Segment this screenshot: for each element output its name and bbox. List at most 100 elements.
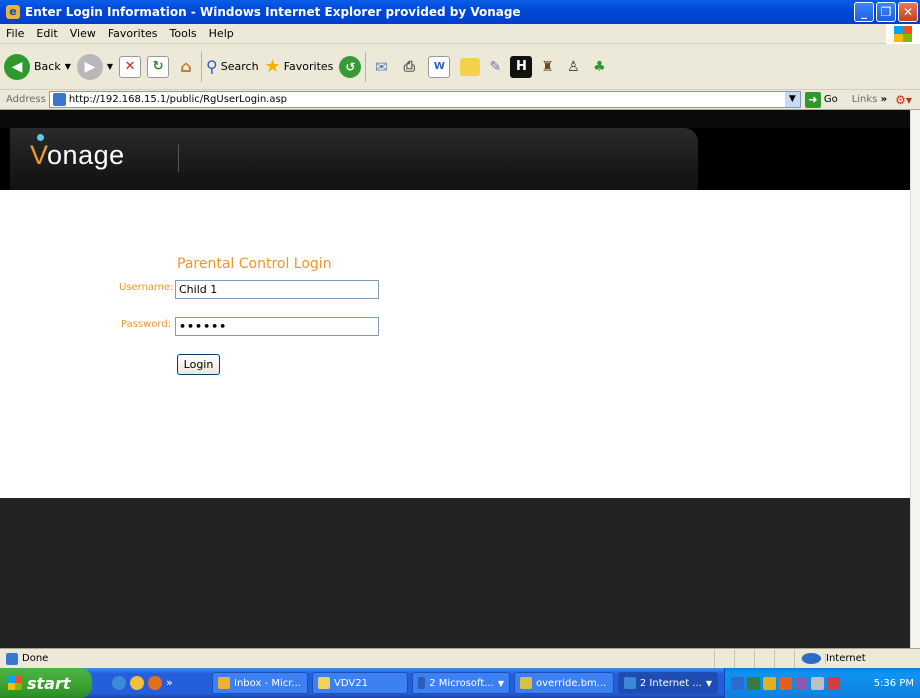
group-dropdown-icon: ▼ bbox=[705, 678, 712, 688]
history-icon[interactable]: ↺ bbox=[339, 55, 362, 78]
task-label: 2 Internet ... bbox=[639, 677, 702, 689]
tray-network-icon[interactable] bbox=[731, 676, 744, 690]
menu-edit[interactable]: Edit bbox=[30, 27, 63, 40]
tray-security-icon[interactable] bbox=[779, 676, 792, 690]
windows-logo-icon bbox=[886, 24, 920, 44]
mail-icon[interactable]: ✉ bbox=[370, 56, 392, 78]
star-icon: ★ bbox=[264, 56, 281, 77]
quicklaunch-outlook-icon[interactable] bbox=[130, 676, 144, 690]
password-label: Password: bbox=[121, 319, 172, 330]
task-override[interactable]: override.bm... bbox=[514, 672, 614, 694]
back-label: Back bbox=[34, 60, 61, 73]
zone-label: Internet bbox=[825, 653, 866, 664]
minimize-button[interactable]: _ bbox=[854, 2, 874, 22]
home-icon[interactable]: ⌂ bbox=[175, 56, 197, 78]
logo-initial: V bbox=[30, 140, 48, 170]
username-label: Username: bbox=[119, 282, 174, 293]
people-icon[interactable]: ♙ bbox=[562, 56, 584, 78]
vonage-logo: Vonage bbox=[30, 134, 125, 171]
chevron-icon: » bbox=[880, 94, 888, 105]
login-button[interactable]: Login bbox=[177, 354, 220, 375]
header-strip bbox=[0, 110, 910, 128]
tray-app-icon[interactable] bbox=[827, 676, 840, 690]
page-content: Vonage Parental Control Login Username: … bbox=[0, 110, 910, 648]
go-arrow-icon: ➜ bbox=[804, 91, 821, 108]
task-inbox[interactable]: Inbox - Micr... bbox=[212, 672, 308, 694]
research-icon[interactable]: ✎ bbox=[484, 56, 506, 78]
menu-tools[interactable]: Tools bbox=[164, 27, 203, 40]
refresh-icon[interactable]: ↻ bbox=[147, 55, 170, 78]
task-vdv21[interactable]: VDV21 bbox=[312, 672, 408, 694]
title-bar[interactable]: e Enter Login Information - Windows Inte… bbox=[0, 0, 920, 24]
quick-launch: » bbox=[112, 676, 212, 690]
globe-icon bbox=[801, 653, 821, 664]
group-dropdown-icon: ▼ bbox=[497, 678, 504, 688]
status-done: Done bbox=[0, 652, 49, 665]
address-label: Address bbox=[6, 94, 46, 105]
search-icon: ⚲ bbox=[206, 57, 218, 76]
address-input[interactable]: http://192.168.15.1/public/RgUserLogin.a… bbox=[48, 91, 801, 108]
quicklaunch-more-icon[interactable]: » bbox=[166, 676, 180, 690]
messenger-icon[interactable]: ♜ bbox=[536, 56, 558, 78]
window-title: Enter Login Information - Windows Intern… bbox=[25, 5, 521, 19]
discuss-icon[interactable] bbox=[460, 57, 481, 76]
task-label: Inbox - Micr... bbox=[234, 677, 301, 689]
status-cell bbox=[714, 649, 734, 668]
tray-user-icon[interactable] bbox=[795, 676, 808, 690]
vonage-header: Vonage bbox=[0, 110, 910, 190]
forward-button[interactable]: ▶ ▼ bbox=[76, 53, 113, 80]
maximize-button[interactable]: ❐ bbox=[876, 2, 896, 22]
security-zone[interactable]: Internet bbox=[794, 649, 920, 668]
back-arrow-icon: ◀ bbox=[4, 53, 30, 80]
tray-shield-icon[interactable] bbox=[763, 676, 776, 690]
menu-file[interactable]: File bbox=[0, 27, 30, 40]
password-field[interactable]: •••••• bbox=[175, 317, 379, 336]
task-label: override.bm... bbox=[536, 677, 607, 689]
ie-icon: e bbox=[6, 5, 20, 19]
go-button[interactable]: ➜ Go bbox=[804, 91, 838, 108]
tray-monitor-icon[interactable] bbox=[747, 676, 760, 690]
forward-arrow-icon: ▶ bbox=[76, 53, 103, 80]
print-icon[interactable]: ⎙ bbox=[398, 56, 420, 78]
status-text: Done bbox=[22, 653, 49, 664]
h-toolbar-icon[interactable]: H bbox=[510, 55, 533, 78]
back-button[interactable]: ◀ Back ▼ bbox=[4, 53, 71, 80]
start-label: start bbox=[27, 673, 71, 693]
menu-favorites[interactable]: Favorites bbox=[102, 27, 164, 40]
close-button[interactable]: ✕ bbox=[898, 2, 918, 22]
search-button[interactable]: ⚲ Search bbox=[206, 57, 259, 76]
links-button[interactable]: Links » bbox=[852, 94, 887, 105]
extension-icon[interactable]: ⚙▾ bbox=[895, 93, 912, 107]
task-word[interactable]: 2 Microsoft... ▼ bbox=[412, 672, 510, 694]
vertical-scrollbar[interactable] bbox=[910, 110, 920, 648]
tray-speaker-icon[interactable] bbox=[811, 676, 824, 690]
buddies-icon[interactable]: ♣ bbox=[588, 56, 610, 78]
logo-text: onage bbox=[47, 140, 125, 170]
quicklaunch-firefox-icon[interactable] bbox=[148, 676, 162, 690]
paint-icon bbox=[520, 677, 532, 689]
folder-icon bbox=[318, 677, 330, 689]
status-bar: Done Internet bbox=[0, 648, 920, 668]
ie-window: e Enter Login Information - Windows Inte… bbox=[0, 0, 920, 698]
edit-word-icon[interactable]: W bbox=[428, 55, 451, 78]
ie-task-icon bbox=[624, 677, 636, 689]
stop-icon[interactable]: ✕ bbox=[119, 55, 142, 78]
start-button[interactable]: start bbox=[0, 668, 92, 698]
logo-dot bbox=[37, 134, 44, 141]
menu-help[interactable]: Help bbox=[203, 27, 240, 40]
task-label: VDV21 bbox=[334, 677, 368, 689]
username-field[interactable]: Child 1 bbox=[175, 280, 379, 299]
status-cell bbox=[774, 649, 794, 668]
address-dropdown-icon[interactable]: ▼ bbox=[784, 92, 800, 107]
task-label: 2 Microsoft... bbox=[429, 677, 494, 689]
task-internet[interactable]: 2 Internet ... ▼ bbox=[618, 672, 718, 694]
outlook-icon bbox=[218, 677, 230, 689]
forward-dropdown-icon[interactable]: ▼ bbox=[107, 62, 113, 71]
status-cells: Internet bbox=[714, 649, 920, 668]
back-dropdown-icon[interactable]: ▼ bbox=[65, 62, 71, 71]
menu-view[interactable]: View bbox=[64, 27, 102, 40]
page-title: Parental Control Login bbox=[177, 256, 332, 272]
windows-flag-icon bbox=[8, 676, 22, 690]
favorites-button[interactable]: ★ Favorites bbox=[265, 56, 334, 77]
quicklaunch-ie-icon[interactable] bbox=[112, 676, 126, 690]
